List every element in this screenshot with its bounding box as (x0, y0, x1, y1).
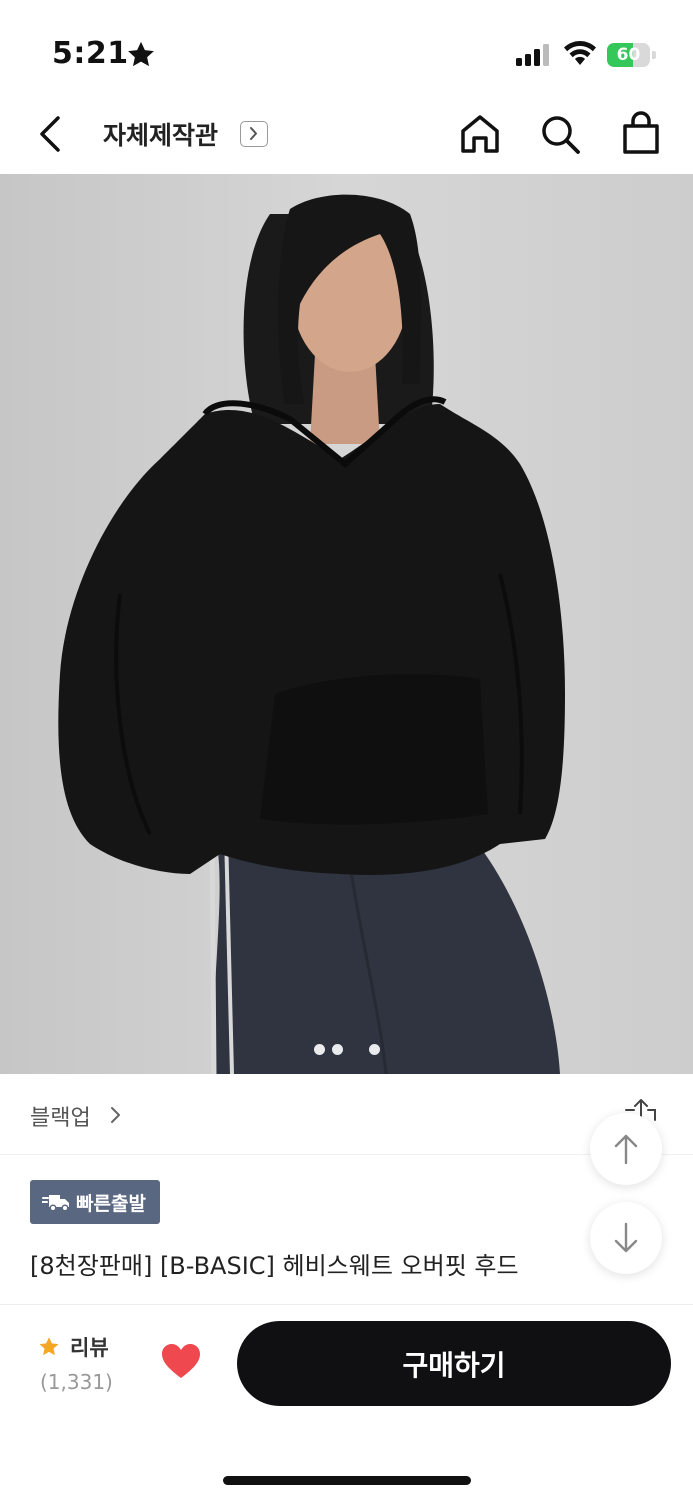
review-label[interactable]: 리뷰 (70, 1332, 109, 1362)
pager-dot[interactable] (314, 1044, 325, 1055)
back-icon[interactable] (30, 112, 74, 156)
shopping-bag-icon[interactable] (619, 110, 663, 156)
review-count[interactable]: (1,331) (40, 1370, 113, 1394)
divider (0, 1304, 693, 1305)
review-star-icon (39, 1337, 59, 1356)
brand-chevron-right-icon[interactable] (108, 1106, 124, 1124)
product-photo-illustration (0, 174, 693, 1074)
arrow-down-icon (614, 1222, 638, 1253)
star-icon (128, 41, 154, 67)
status-bar: 5:21 60 (0, 0, 693, 100)
brand-row: 블랙업 (0, 1074, 693, 1155)
home-icon[interactable] (458, 112, 502, 156)
store-chevron-right-icon[interactable] (240, 121, 268, 147)
truck-icon (42, 1195, 69, 1212)
arrow-up-icon (614, 1134, 638, 1165)
pager-dot[interactable] (332, 1044, 343, 1055)
heart-icon[interactable] (160, 1342, 202, 1380)
product-image[interactable] (0, 174, 693, 1074)
cellular-signal-icon (516, 44, 549, 66)
scroll-to-bottom-button[interactable] (590, 1202, 662, 1274)
brand-name[interactable]: 블랙업 (30, 1100, 91, 1132)
buy-button[interactable]: 구매하기 (237, 1321, 671, 1406)
battery-indicator: 60 (607, 43, 657, 67)
home-indicator[interactable] (223, 1476, 471, 1485)
battery-level: 60 (616, 45, 641, 65)
pager-dot[interactable] (369, 1044, 380, 1055)
product-title: [8천장판매] [B-BASIC] 헤비스웨트 오버핏 후드 (30, 1252, 519, 1280)
image-pager (0, 1044, 693, 1058)
fast-shipping-badge: 빠른출발 (30, 1180, 160, 1224)
wifi-icon (564, 41, 596, 65)
search-icon[interactable] (538, 112, 582, 156)
store-title[interactable]: 자체제작관 (103, 116, 218, 152)
scroll-to-top-button[interactable] (590, 1113, 662, 1185)
nav-bar: 자체제작관 (0, 100, 693, 174)
badge-label: 빠른출발 (76, 1192, 146, 1215)
status-time: 5:21 (52, 36, 129, 71)
